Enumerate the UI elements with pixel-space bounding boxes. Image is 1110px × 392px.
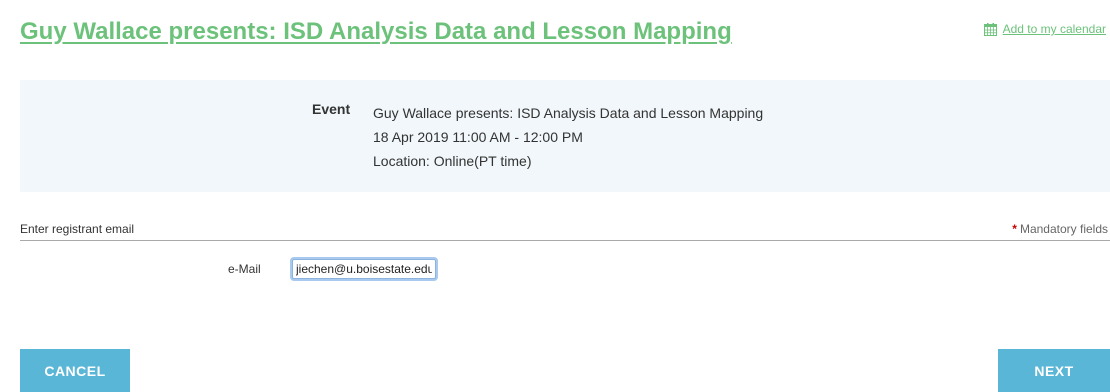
event-title-link[interactable]: Guy Wallace presents: ISD Analysis Data …	[20, 18, 732, 46]
section-title: Enter registrant email	[20, 222, 135, 236]
registrant-section-header: Enter registrant email * Mandatory fields	[20, 222, 1110, 241]
mandatory-fields-note: * Mandatory fields	[1012, 222, 1108, 236]
add-to-calendar-link[interactable]: Add to my calendar	[983, 22, 1106, 36]
calendar-icon	[983, 22, 997, 36]
mandatory-asterisk: *	[1012, 222, 1017, 236]
event-datetime: 18 Apr 2019 11:00 AM - 12:00 PM	[373, 129, 583, 145]
email-label: e-Mail	[228, 262, 261, 276]
mandatory-fields-text: Mandatory fields	[1019, 222, 1108, 236]
event-name: Guy Wallace presents: ISD Analysis Data …	[373, 105, 764, 121]
event-label: Event	[312, 101, 351, 117]
event-details: Guy Wallace presents: ISD Analysis Data …	[373, 101, 763, 173]
add-to-calendar-label: Add to my calendar	[1002, 22, 1106, 36]
event-location: Location: Online(PT time)	[373, 153, 532, 169]
cancel-button[interactable]: CANCEL	[20, 349, 130, 392]
registration-page: Guy Wallace presents: ISD Analysis Data …	[0, 0, 1110, 392]
event-info-panel: Event Guy Wallace presents: ISD Analysis…	[20, 80, 1110, 192]
next-button[interactable]: NEXT	[998, 349, 1110, 392]
email-input[interactable]	[292, 259, 436, 279]
